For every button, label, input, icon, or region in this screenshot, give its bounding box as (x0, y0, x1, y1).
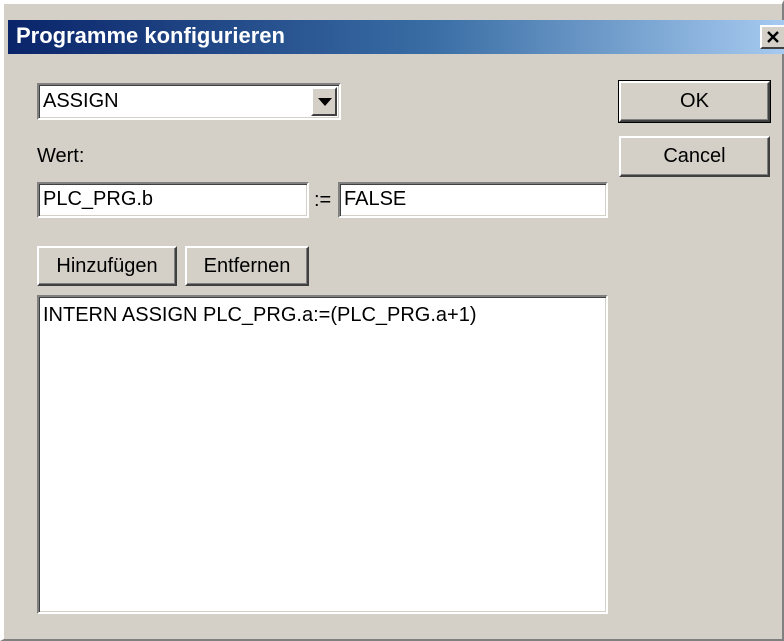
remove-button[interactable]: Entfernen (185, 246, 309, 286)
close-button[interactable] (760, 25, 784, 49)
dialog-window: Programme konfigurieren ASSIGN Wert: PLC… (0, 0, 784, 641)
window-title: Programme konfigurieren (16, 23, 285, 48)
cancel-button-label: Cancel (663, 145, 726, 167)
cancel-button[interactable]: Cancel (619, 136, 770, 177)
remove-button-label: Entfernen (203, 255, 291, 277)
add-button-label: Hinzufügen (56, 255, 158, 277)
mode-select-value: ASSIGN (43, 90, 119, 112)
close-icon (767, 31, 779, 43)
variable-input[interactable]: PLC_PRG.b (37, 182, 309, 218)
value-input-value: FALSE (344, 188, 407, 210)
assign-operator: := (314, 189, 332, 211)
title-bar[interactable]: Programme konfigurieren (8, 20, 784, 54)
variable-input-value: PLC_PRG.b (43, 188, 154, 210)
ok-button[interactable]: OK (618, 80, 771, 123)
list-item[interactable]: INTERN ASSIGN PLC_PRG.a:=(PLC_PRG.a+1) (43, 303, 477, 327)
value-label: Wert: (37, 145, 85, 167)
add-button[interactable]: Hinzufügen (37, 246, 177, 286)
mode-select[interactable]: ASSIGN (37, 83, 341, 120)
chevron-down-icon (318, 98, 332, 106)
program-list[interactable]: INTERN ASSIGN PLC_PRG.a:=(PLC_PRG.a+1) (37, 295, 608, 614)
dropdown-button[interactable] (311, 87, 337, 116)
ok-button-label: OK (680, 90, 709, 112)
value-input[interactable]: FALSE (338, 182, 608, 218)
